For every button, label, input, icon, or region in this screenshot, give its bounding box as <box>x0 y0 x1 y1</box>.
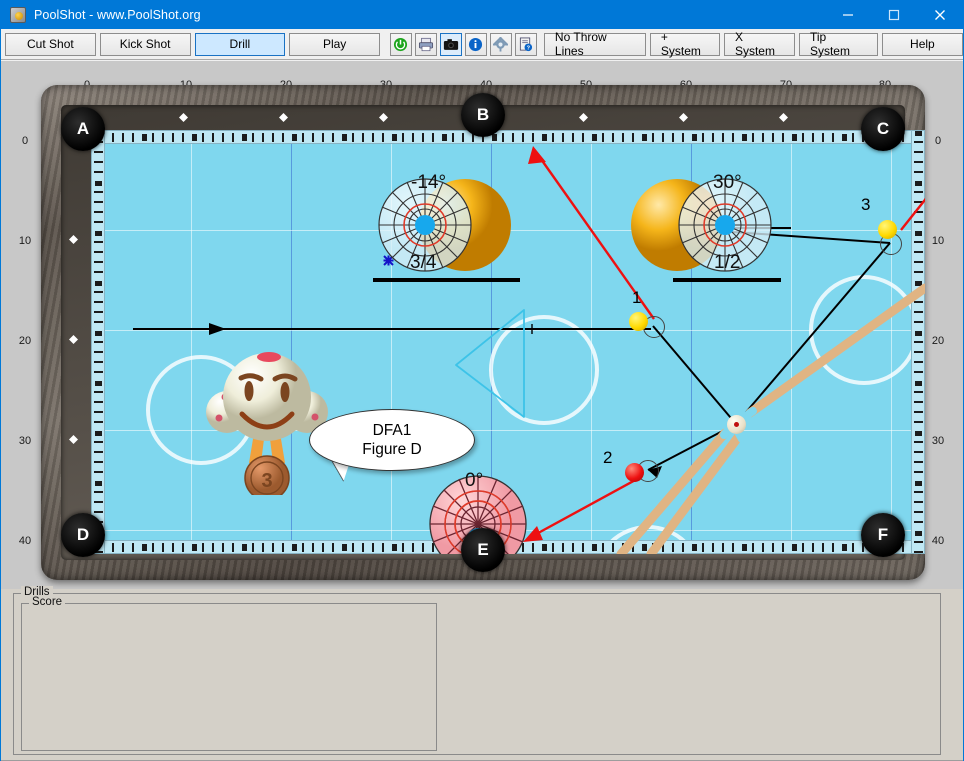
button-plus-system[interactable]: + System <box>649 30 720 58</box>
title-bar: PoolShot - www.PoolShot.org <box>1 1 963 29</box>
tab-cut-shot[interactable]: Cut Shot <box>5 32 96 56</box>
pool-table-area[interactable]: 0 10 20 30 40 50 60 70 80 0 10 20 30 40 … <box>1 61 963 589</box>
button-help[interactable]: Help <box>881 32 963 56</box>
pocket-d[interactable]: D <box>61 513 105 557</box>
ruler-right-20: 20 <box>931 335 945 347</box>
app-icon <box>10 7 26 23</box>
close-button[interactable] <box>917 1 963 29</box>
gear-icon-button[interactable] <box>489 32 512 56</box>
object-ball-label-2: 2 <box>603 448 613 467</box>
pocket-b[interactable]: B <box>461 93 505 137</box>
maximize-button[interactable] <box>871 1 917 29</box>
bubble-line-1: DFA1 <box>372 421 412 439</box>
table-felt[interactable]: 1 2 3 -14° 3/4 30° 1/2 0° 3 DFA1 Figure … <box>91 130 925 554</box>
object-ball-3 <box>878 220 897 239</box>
tab-kick-shot[interactable]: Kick Shot <box>99 32 191 56</box>
cue-ball-center-dot <box>734 422 739 427</box>
mascot: 3 <box>203 335 333 501</box>
aim-diagram-top-left: -14° 3/4 <box>373 172 523 290</box>
button-tip-system[interactable]: Tip System <box>798 30 878 58</box>
aim-angle-label: -14° <box>411 172 447 193</box>
ruler-right-40: 40 <box>931 535 945 547</box>
object-ball-2 <box>625 463 644 482</box>
ruler-left-10: 10 <box>18 235 32 247</box>
tab-drill[interactable]: Drill <box>194 32 286 56</box>
object-ball-label-3: 3 <box>861 195 871 214</box>
ruler-left-30: 30 <box>18 435 32 447</box>
printer-icon-button[interactable] <box>414 32 437 56</box>
minimize-button[interactable] <box>825 1 871 29</box>
score-group: Score <box>21 596 437 751</box>
ruler-right-30: 30 <box>931 435 945 447</box>
tab-play[interactable]: Play <box>289 32 380 56</box>
pocket-c[interactable]: C <box>861 107 905 151</box>
object-ball-1 <box>629 312 648 331</box>
bottom-panel: Drills Score 1 2 3 4 5 Name DFA1-D Date … <box>1 586 963 760</box>
table-frame: 1 2 3 -14° 3/4 30° 1/2 0° 3 DFA1 Figure … <box>41 85 925 580</box>
aim-base-bar <box>373 278 520 282</box>
aim-diagram-top-right: 30° 1/2 <box>629 172 797 290</box>
object-ball-label-1: 1 <box>632 288 642 307</box>
button-no-throw-lines[interactable]: No Throw Lines <box>543 30 646 58</box>
aim-fraction-label: 3/4 <box>410 252 437 273</box>
pocket-a[interactable]: A <box>61 107 105 151</box>
button-x-system[interactable]: X System <box>723 30 795 58</box>
ruler-left-0: 0 <box>21 135 29 147</box>
aim-angle-label: 0° <box>465 470 484 491</box>
svg-text:?: ? <box>527 45 531 51</box>
window-title: PoolShot - www.PoolShot.org <box>34 8 201 22</box>
ruler-left-20: 20 <box>18 335 32 347</box>
ruler-right-10: 10 <box>931 235 945 247</box>
toolbar: Cut Shot Kick Shot Drill Play ? No Throw… <box>1 29 963 60</box>
aim-base-bar <box>673 278 781 282</box>
svg-text:3: 3 <box>261 470 272 492</box>
application-window: PoolShot - www.PoolShot.org Cut Shot Kic… <box>0 0 964 761</box>
ruler-right-0: 0 <box>934 135 942 147</box>
bubble-line-2: Figure D <box>362 441 422 458</box>
aim-fraction-label: 1/2 <box>714 252 741 273</box>
pocket-e[interactable]: E <box>461 528 505 572</box>
camera-icon-button[interactable] <box>439 32 462 56</box>
pocket-f[interactable]: F <box>861 513 905 557</box>
speech-bubble: DFA1 Figure D <box>309 409 475 471</box>
help-doc-icon-button[interactable]: ? <box>514 32 537 56</box>
score-group-label: Score <box>29 596 66 608</box>
aim-angle-label: 30° <box>713 172 742 193</box>
info-icon-button[interactable] <box>464 32 487 56</box>
power-icon-button[interactable] <box>389 32 412 56</box>
ruler-left-40: 40 <box>18 535 32 547</box>
